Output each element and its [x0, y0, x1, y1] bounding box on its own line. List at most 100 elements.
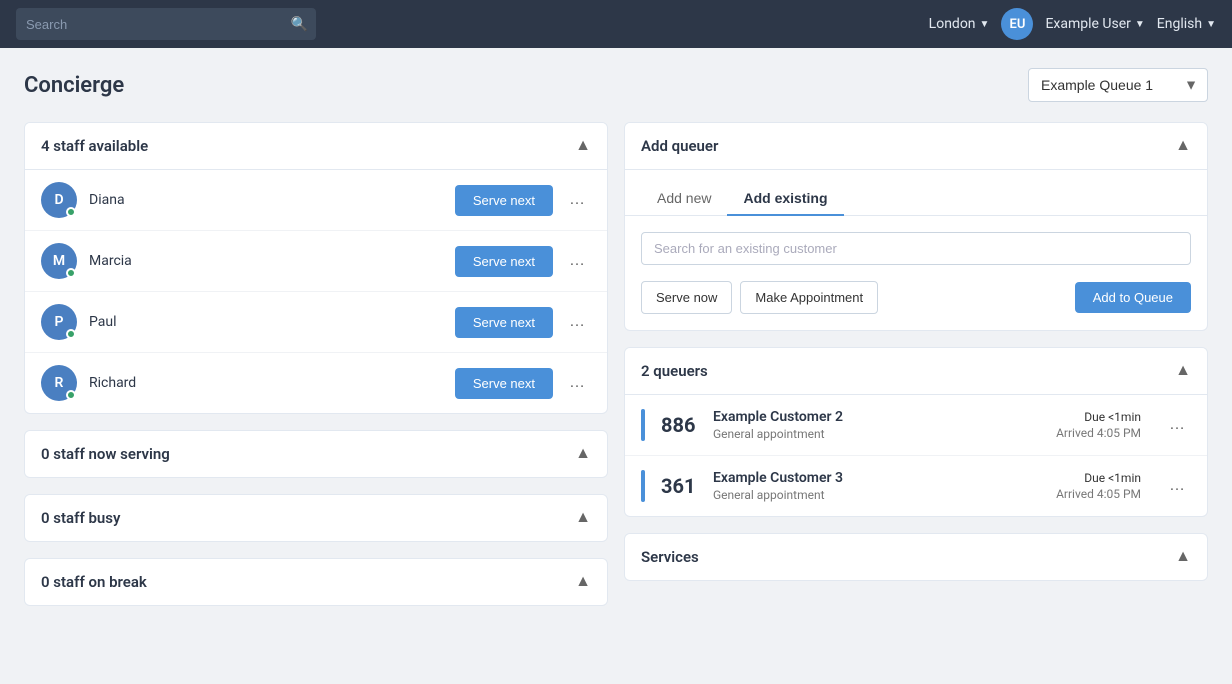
staff-serving-panel: 0 staff now serving ▲ [24, 430, 608, 478]
queuers-collapse-button[interactable]: ▲ [1175, 362, 1191, 380]
staff-list: D Diana Serve next … M Marcia Serve [25, 170, 607, 413]
staff-break-header[interactable]: 0 staff on break ▲ [25, 559, 607, 605]
queuer-arrived-886: Arrived 4:05 PM [1056, 426, 1141, 440]
queuer-bar-361 [641, 470, 645, 502]
queuer-timing-886: Due <1min Arrived 4:05 PM [1056, 410, 1141, 440]
queuer-row-361: 361 Example Customer 3 General appointme… [625, 456, 1207, 516]
add-queuer-header[interactable]: Add queuer ▲ [625, 123, 1207, 170]
staff-row-richard: R Richard Serve next … [25, 353, 607, 413]
staff-available-panel: 4 staff available ▲ D Diana Serve next … [24, 122, 608, 414]
search-input[interactable] [16, 8, 316, 40]
more-options-marcia-button[interactable]: … [563, 248, 591, 274]
queuer-row-886: 886 Example Customer 2 General appointme… [625, 395, 1207, 456]
search-container: 🔍 [16, 8, 316, 40]
user-caret-icon: ▼ [1135, 19, 1145, 30]
staff-busy-title: 0 staff busy [41, 509, 120, 527]
staff-busy-collapse-button[interactable]: ▲ [575, 509, 591, 527]
services-header[interactable]: Services ▲ [625, 534, 1207, 580]
nav-language[interactable]: English ▼ [1157, 16, 1216, 32]
left-column: 4 staff available ▲ D Diana Serve next … [24, 122, 608, 622]
staff-serving-collapse-button[interactable]: ▲ [575, 445, 591, 463]
serve-next-marcia-button[interactable]: Serve next [455, 246, 553, 277]
staff-name-richard: Richard [89, 375, 455, 391]
add-queuer-title: Add queuer [641, 137, 718, 155]
staff-available-header[interactable]: 4 staff available ▲ [25, 123, 607, 170]
staff-serving-header[interactable]: 0 staff now serving ▲ [25, 431, 607, 477]
page-title: Concierge [24, 73, 124, 98]
tab-add-existing[interactable]: Add existing [727, 182, 843, 216]
online-indicator-marcia [66, 268, 76, 278]
queuer-name-361: Example Customer 3 [713, 470, 1044, 486]
more-options-886-button[interactable]: … [1163, 412, 1191, 438]
queue-select-wrapper: Example Queue 1 ▼ [1028, 68, 1208, 102]
staff-break-title: 0 staff on break [41, 573, 147, 591]
search-icon-button[interactable]: 🔍 [291, 16, 308, 33]
avatar: EU [1001, 8, 1033, 40]
more-options-richard-button[interactable]: … [563, 370, 591, 396]
staff-serving-title: 0 staff now serving [41, 445, 170, 463]
add-queuer-actions: Serve now Make Appointment Add to Queue [641, 281, 1191, 314]
services-title: Services [641, 548, 699, 566]
queuer-due-361: Due <1min [1056, 471, 1141, 485]
staff-row-marcia: M Marcia Serve next … [25, 231, 607, 292]
avatar-richard: R [41, 365, 77, 401]
more-options-diana-button[interactable]: … [563, 187, 591, 213]
top-nav: 🔍 London ▼ EU Example User ▼ English ▼ [0, 0, 1232, 48]
lang-caret-icon: ▼ [1206, 19, 1216, 30]
staff-available-collapse-button[interactable]: ▲ [575, 137, 591, 155]
online-indicator-richard [66, 390, 76, 400]
avatar-marcia: M [41, 243, 77, 279]
staff-name-diana: Diana [89, 192, 455, 208]
services-collapse-button[interactable]: ▲ [1175, 548, 1191, 566]
queuer-name-886: Example Customer 2 [713, 409, 1044, 425]
queuers-header[interactable]: 2 queuers ▲ [625, 348, 1207, 395]
staff-busy-panel: 0 staff busy ▲ [24, 494, 608, 542]
queuers-panel: 2 queuers ▲ 886 Example Customer 2 Gener… [624, 347, 1208, 517]
add-queuer-body: Serve now Make Appointment Add to Queue [625, 216, 1207, 330]
queue-select[interactable]: Example Queue 1 [1028, 68, 1208, 102]
staff-break-panel: 0 staff on break ▲ [24, 558, 608, 606]
add-queuer-collapse-button[interactable]: ▲ [1175, 137, 1191, 155]
queuer-type-361: General appointment [713, 488, 1044, 502]
queuer-info-886: Example Customer 2 General appointment [713, 409, 1044, 441]
queuer-arrived-361: Arrived 4:05 PM [1056, 487, 1141, 501]
two-column-layout: 4 staff available ▲ D Diana Serve next … [24, 122, 1208, 622]
serve-now-button[interactable]: Serve now [641, 281, 732, 314]
more-options-361-button[interactable]: … [1163, 473, 1191, 499]
serve-next-paul-button[interactable]: Serve next [455, 307, 553, 338]
nav-location[interactable]: London ▼ [929, 16, 990, 32]
online-indicator-diana [66, 207, 76, 217]
queuer-bar-886 [641, 409, 645, 441]
avatar-paul: P [41, 304, 77, 340]
queuers-title: 2 queuers [641, 362, 708, 380]
more-options-paul-button[interactable]: … [563, 309, 591, 335]
staff-busy-header[interactable]: 0 staff busy ▲ [25, 495, 607, 541]
make-appointment-button[interactable]: Make Appointment [740, 281, 878, 314]
queuer-due-886: Due <1min [1056, 410, 1141, 424]
queuer-number-886: 886 [661, 413, 701, 437]
staff-row-paul: P Paul Serve next … [25, 292, 607, 353]
avatar-diana: D [41, 182, 77, 218]
right-column: Add queuer ▲ Add new Add existing Serve … [624, 122, 1208, 597]
page-container: Concierge Example Queue 1 ▼ 4 staff avai… [0, 48, 1232, 642]
staff-available-title: 4 staff available [41, 137, 148, 155]
queuer-type-886: General appointment [713, 427, 1044, 441]
tab-add-new[interactable]: Add new [641, 182, 727, 216]
queuer-info-361: Example Customer 3 General appointment [713, 470, 1044, 502]
serve-next-diana-button[interactable]: Serve next [455, 185, 553, 216]
add-queuer-panel: Add queuer ▲ Add new Add existing Serve … [624, 122, 1208, 331]
staff-row-diana: D Diana Serve next … [25, 170, 607, 231]
page-header: Concierge Example Queue 1 ▼ [24, 68, 1208, 102]
queuer-number-361: 361 [661, 474, 701, 498]
serve-next-richard-button[interactable]: Serve next [455, 368, 553, 399]
search-customer-input[interactable] [641, 232, 1191, 265]
staff-break-collapse-button[interactable]: ▲ [575, 573, 591, 591]
services-panel: Services ▲ [624, 533, 1208, 581]
add-queuer-left-buttons: Serve now Make Appointment [641, 281, 878, 314]
queuer-timing-361: Due <1min Arrived 4:05 PM [1056, 471, 1141, 501]
add-queuer-tabs: Add new Add existing [625, 170, 1207, 216]
nav-user[interactable]: Example User ▼ [1045, 16, 1144, 32]
staff-name-paul: Paul [89, 314, 455, 330]
add-to-queue-button[interactable]: Add to Queue [1075, 282, 1191, 313]
online-indicator-paul [66, 329, 76, 339]
